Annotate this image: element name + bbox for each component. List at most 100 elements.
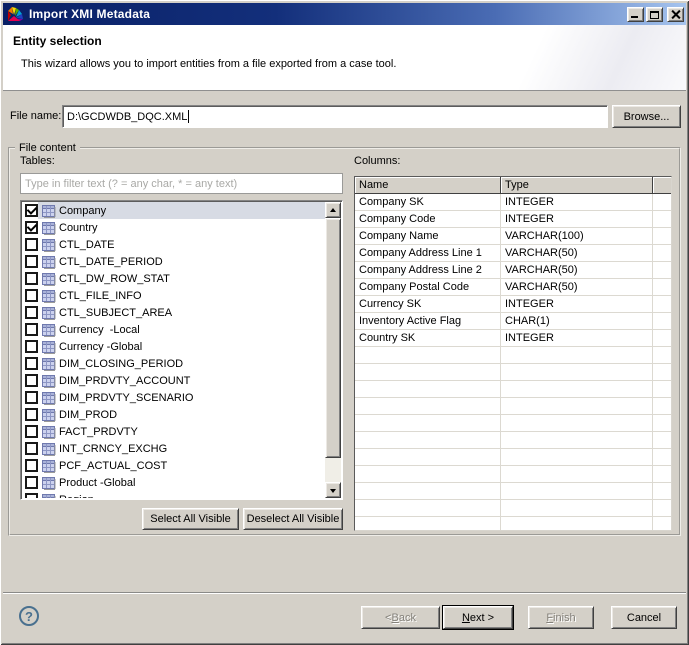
column-row bbox=[355, 483, 671, 500]
column-row: Currency SK INTEGER bbox=[355, 296, 671, 313]
table-list-item[interactable]: CTL_DATE_PERIOD bbox=[22, 253, 325, 270]
table-list-item[interactable]: DIM_PRDVTY_SCENARIO bbox=[22, 389, 325, 406]
table-checkbox[interactable] bbox=[25, 204, 38, 217]
close-button[interactable] bbox=[667, 7, 684, 22]
column-type-cell bbox=[501, 483, 653, 499]
file-name-input[interactable]: D:\GCDWDB_DQC.XML bbox=[62, 105, 608, 128]
maximize-button[interactable] bbox=[646, 7, 663, 22]
column-name-cell: Currency SK bbox=[355, 296, 501, 312]
column-type-cell: INTEGER bbox=[501, 211, 653, 227]
columns-table: Name Type Company SK INTEGER Company Cod… bbox=[354, 176, 672, 531]
table-checkbox[interactable] bbox=[25, 221, 38, 234]
table-icon bbox=[41, 340, 56, 354]
table-checkbox[interactable] bbox=[25, 476, 38, 489]
footer-separator bbox=[3, 592, 686, 594]
table-name-label: PCF_ACTUAL_COST bbox=[59, 460, 167, 472]
column-row: Country SK INTEGER bbox=[355, 330, 671, 347]
finish-button: Finish bbox=[528, 606, 594, 629]
table-checkbox[interactable] bbox=[25, 340, 38, 353]
column-name-cell bbox=[355, 347, 501, 363]
minimize-button[interactable] bbox=[627, 7, 644, 22]
table-list-item[interactable]: INT_CRNCY_EXCHG bbox=[22, 440, 325, 457]
table-list-item[interactable]: DIM_PRDVTY_ACCOUNT bbox=[22, 372, 325, 389]
column-type-cell: VARCHAR(50) bbox=[501, 262, 653, 278]
table-list-item[interactable]: Company bbox=[22, 202, 325, 219]
select-all-visible-button[interactable]: Select All Visible bbox=[142, 508, 239, 530]
text-caret bbox=[188, 110, 189, 123]
table-list-item[interactable]: Country bbox=[22, 219, 325, 236]
scroll-up-button[interactable] bbox=[325, 202, 341, 218]
column-name-cell bbox=[355, 398, 501, 414]
table-checkbox[interactable] bbox=[25, 459, 38, 472]
table-list-item[interactable]: DIM_CLOSING_PERIOD bbox=[22, 355, 325, 372]
column-spare-cell bbox=[653, 279, 671, 295]
next-button[interactable]: Next > bbox=[443, 606, 513, 629]
columns-label: Columns: bbox=[354, 155, 400, 167]
table-name-label: Product -Global bbox=[59, 477, 135, 489]
column-name-cell bbox=[355, 381, 501, 397]
column-header-type[interactable]: Type bbox=[501, 177, 653, 193]
table-list-item[interactable]: FACT_PRDVTY bbox=[22, 423, 325, 440]
column-type-cell bbox=[501, 466, 653, 482]
table-checkbox[interactable] bbox=[25, 255, 38, 268]
column-row bbox=[355, 517, 671, 531]
table-checkbox[interactable] bbox=[25, 408, 38, 421]
help-button[interactable]: ? bbox=[19, 606, 39, 626]
table-list-item[interactable]: DIM_PROD bbox=[22, 406, 325, 423]
column-spare-cell bbox=[653, 466, 671, 482]
column-spare-cell bbox=[653, 432, 671, 448]
table-checkbox[interactable] bbox=[25, 374, 38, 387]
column-name-cell bbox=[355, 483, 501, 499]
table-checkbox[interactable] bbox=[25, 238, 38, 251]
table-list-item[interactable]: CTL_FILE_INFO bbox=[22, 287, 325, 304]
table-checkbox[interactable] bbox=[25, 272, 38, 285]
table-name-label: FACT_PRDVTY bbox=[59, 426, 138, 438]
column-spare-cell bbox=[653, 347, 671, 363]
table-checkbox[interactable] bbox=[25, 442, 38, 455]
column-spare-cell bbox=[653, 500, 671, 516]
table-list-item[interactable]: CTL_DW_ROW_STAT bbox=[22, 270, 325, 287]
scroll-down-button[interactable] bbox=[325, 482, 341, 498]
table-name-label: Company bbox=[59, 205, 106, 217]
table-list-item[interactable]: Currency -Local bbox=[22, 321, 325, 338]
table-name-label: CTL_FILE_INFO bbox=[59, 290, 142, 302]
table-list-item[interactable]: Product -Global bbox=[22, 474, 325, 491]
table-checkbox[interactable] bbox=[25, 289, 38, 302]
table-list-item[interactable]: CTL_DATE bbox=[22, 236, 325, 253]
table-icon bbox=[41, 221, 56, 235]
column-type-cell bbox=[501, 381, 653, 397]
wizard-banner: Entity selection This wizard allows you … bbox=[3, 25, 686, 91]
title-bar[interactable]: Import XMI Metadata bbox=[3, 3, 686, 25]
browse-button[interactable]: Browse... bbox=[612, 105, 681, 128]
column-row: Company Postal Code VARCHAR(50) bbox=[355, 279, 671, 296]
table-list-item[interactable]: PCF_ACTUAL_COST bbox=[22, 457, 325, 474]
wizard-buttons: < BackNext > Finish Cancel bbox=[361, 606, 677, 629]
table-list-item[interactable]: CTL_SUBJECT_AREA bbox=[22, 304, 325, 321]
cancel-button[interactable]: Cancel bbox=[611, 606, 677, 629]
table-checkbox[interactable] bbox=[25, 425, 38, 438]
column-header-name[interactable]: Name bbox=[355, 177, 501, 193]
arrow-down-icon bbox=[330, 489, 336, 493]
column-row: Inventory Active Flag CHAR(1) bbox=[355, 313, 671, 330]
table-checkbox[interactable] bbox=[25, 306, 38, 319]
column-type-cell bbox=[501, 415, 653, 431]
table-list-item[interactable]: Currency -Global bbox=[22, 338, 325, 355]
table-checkbox[interactable] bbox=[25, 391, 38, 404]
table-name-label: CTL_DATE_PERIOD bbox=[59, 256, 163, 268]
table-list-item[interactable]: Region bbox=[22, 491, 325, 498]
table-name-label: INT_CRNCY_EXCHG bbox=[59, 443, 167, 455]
filter-input[interactable] bbox=[20, 173, 343, 194]
vertical-scrollbar[interactable] bbox=[325, 202, 341, 498]
column-name-cell: Company Name bbox=[355, 228, 501, 244]
scrollbar-thumb[interactable] bbox=[325, 218, 341, 458]
table-name-label: CTL_DW_ROW_STAT bbox=[59, 273, 170, 285]
back-button: < Back bbox=[361, 606, 440, 629]
column-type-cell: INTEGER bbox=[501, 296, 653, 312]
table-checkbox[interactable] bbox=[25, 357, 38, 370]
column-spare-cell bbox=[653, 517, 671, 531]
table-name-label: CTL_SUBJECT_AREA bbox=[59, 307, 172, 319]
table-checkbox[interactable] bbox=[25, 493, 38, 498]
table-checkbox[interactable] bbox=[25, 323, 38, 336]
deselect-all-visible-button[interactable]: Deselect All Visible bbox=[243, 508, 343, 530]
table-name-label: DIM_PRDVTY_ACCOUNT bbox=[59, 375, 190, 387]
